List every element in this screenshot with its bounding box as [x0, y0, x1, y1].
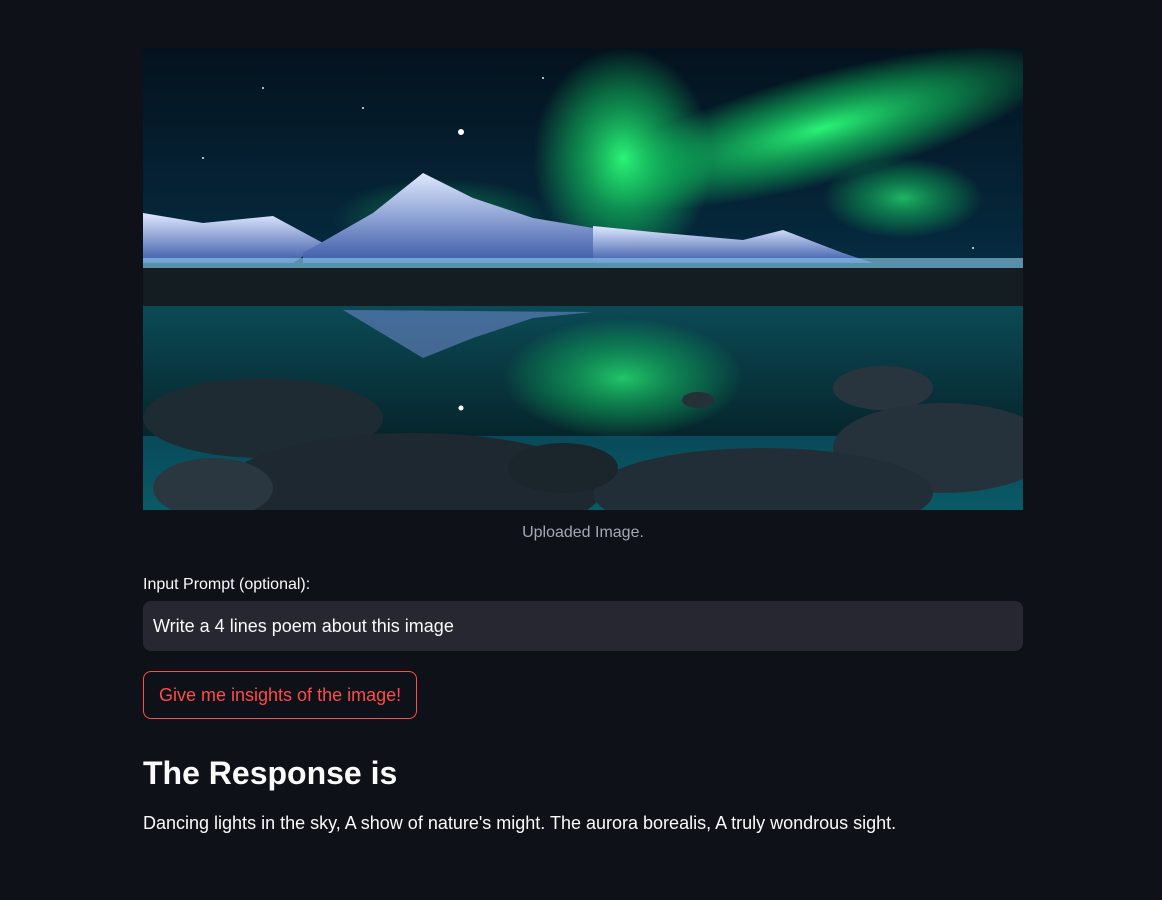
uploaded-image	[143, 48, 1023, 510]
image-caption: Uploaded Image.	[522, 524, 644, 541]
response-heading: The Response is	[143, 755, 398, 791]
prompt-label: Input Prompt (optional):	[143, 576, 311, 593]
prompt-input[interactable]	[143, 601, 1023, 651]
main-content: Uploaded Image. Input Prompt (optional):…	[143, 48, 1023, 837]
response-text: Dancing lights in the sky, A show of nat…	[143, 813, 897, 833]
insights-button[interactable]: Give me insights of the image!	[143, 671, 418, 719]
